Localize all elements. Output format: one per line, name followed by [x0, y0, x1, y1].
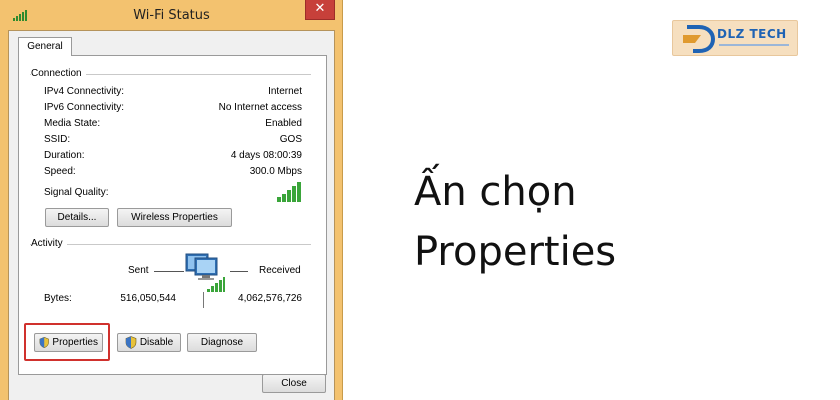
ipv4-label: IPv4 Connectivity: [44, 86, 125, 97]
speed-label: Speed: [44, 166, 76, 177]
ssid-label: SSID: [44, 134, 71, 145]
caption-line-1: Ấn chọn [414, 169, 577, 215]
media-state-label: Media State: [44, 118, 101, 129]
dlz-logo-mark-icon [683, 25, 716, 53]
instruction-caption: Ấn chọn Properties [414, 162, 674, 282]
properties-highlight-box [24, 323, 110, 361]
media-state-value: Enabled [265, 118, 302, 129]
activity-signal-icon [207, 277, 225, 292]
activity-header: Activity [31, 238, 67, 249]
sent-line [154, 271, 184, 272]
ipv6-label: IPv6 Connectivity: [44, 102, 125, 113]
received-line [230, 271, 248, 272]
window-close-button[interactable]: ✕ [305, 0, 335, 20]
bytes-label: Bytes: [44, 293, 72, 304]
tab-general[interactable]: General [18, 37, 72, 56]
received-label: Received [259, 265, 301, 276]
title-bar[interactable]: Wi-Fi Status ✕ [0, 0, 343, 30]
duration-value: 4 days 08:00:39 [230, 150, 302, 161]
details-button[interactable]: Details... [45, 208, 109, 227]
wireless-properties-button[interactable]: Wireless Properties [117, 208, 232, 227]
logo-tagline-bar [719, 44, 789, 46]
window-title: Wi-Fi Status [133, 8, 210, 23]
speed-value: 300.0 Mbps [249, 166, 302, 177]
disable-button[interactable]: Disable [117, 333, 181, 352]
activity-group-line [30, 244, 311, 245]
close-button[interactable]: Close [262, 374, 326, 393]
signal-bars-icon [277, 182, 301, 202]
bytes-received-value: 4,062,576,726 [238, 293, 302, 304]
duration-label: Duration: [44, 150, 85, 161]
ssid-value: GOS [279, 134, 302, 145]
bytes-sent-value: 516,050,544 [120, 293, 176, 304]
bytes-divider [203, 292, 204, 308]
dlz-tech-logo: DLZ TECH [672, 20, 798, 56]
signal-quality-label: Signal Quality: [44, 187, 109, 198]
diagnose-button[interactable]: Diagnose [187, 333, 257, 352]
uac-shield-icon [125, 336, 137, 349]
caption-line-2: Properties [414, 229, 617, 275]
logo-text: DLZ TECH [717, 27, 787, 41]
disable-button-label: Disable [139, 337, 174, 348]
ipv6-value: No Internet access [218, 102, 302, 113]
sent-label: Sent [128, 265, 149, 276]
connection-header: Connection [31, 68, 86, 79]
ipv4-value: Internet [268, 86, 302, 97]
